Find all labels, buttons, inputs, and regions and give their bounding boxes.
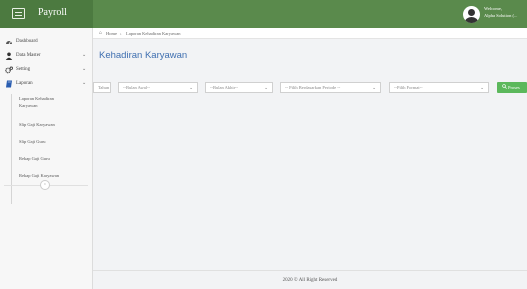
chevron-down-icon: ⌄: [82, 53, 87, 58]
sidebar-item-dashboard[interactable]: Dashboard: [0, 35, 93, 49]
periode-value: -- Pilih Berdasarkan Periode --: [285, 85, 341, 90]
search-icon: [502, 84, 507, 89]
bulan-awal-select[interactable]: --Bulan Awal-- ⌄: [118, 82, 198, 93]
sidebar-subitem-laporan-kehadiran-cont[interactable]: Karyawan: [0, 103, 93, 110]
sidebar-subitem-slip-gaji-guru[interactable]: Slip Gaji Guru: [0, 139, 93, 146]
chevron-down-icon: ⌄: [480, 85, 484, 90]
chevron-down-icon: ⌄: [82, 81, 87, 86]
sidebar-subitem-label: Laporan Kehadiran: [19, 96, 54, 101]
bulan-akhir-value: --Bulan Akhir--: [210, 85, 239, 90]
sidebar-item-label: Data Master: [16, 53, 41, 58]
sidebar-item-setting[interactable]: Setting ⌄: [0, 63, 93, 77]
welcome-text: Welcome,: [484, 6, 503, 11]
periode-select[interactable]: -- Pilih Berdasarkan Periode -- ⌄: [280, 82, 381, 93]
sidebar-subitem-label: Karyawan: [19, 103, 38, 108]
brand-name: Payroll: [38, 7, 67, 18]
chevron-down-icon: ⌄: [82, 67, 87, 72]
sidebar-subitem-rekap-gaji-guru[interactable]: Rekap Gaji Guru: [0, 156, 93, 163]
format-value: --Pilih Format--: [394, 85, 423, 90]
proses-button[interactable]: Proses: [497, 82, 527, 93]
home-icon[interactable]: ⌂: [99, 31, 102, 36]
chevron-down-icon: ⌄: [264, 85, 268, 90]
sidebar-subitem-slip-gaji-karyawan[interactable]: Slip Gaji Karyawan: [0, 122, 93, 129]
page-title: Kehadiran Karyawan: [99, 50, 188, 61]
breadcrumb-current: Laporan Kehadiran Karyawan: [126, 31, 181, 36]
chevron-down-icon: ⌄: [189, 85, 193, 90]
sidebar-subitem-label: Rekap Gaji Guru: [19, 156, 50, 161]
submenu-guide-line: [11, 94, 12, 204]
tahun-input[interactable]: Tahun: [93, 82, 111, 93]
book-icon: [6, 80, 12, 88]
sidebar-collapse-icon[interactable]: ‹: [40, 180, 50, 190]
sidebar-item-laporan[interactable]: Laporan ⌄: [0, 77, 93, 91]
sidebar-subitem-label: Slip Gaji Karyawan: [19, 122, 55, 127]
breadcrumb-separator: ›: [120, 31, 122, 36]
sidebar-item-label: Laporan: [16, 81, 33, 86]
top-navbar: Payroll Welcome, Alpha Solution (...: [0, 0, 527, 28]
sidebar-item-data-master[interactable]: Data Master ⌄: [0, 49, 93, 63]
sidebar-subitem-label: Rekap Gaji Karyawan: [19, 173, 59, 178]
chevron-down-icon: ⌄: [372, 85, 376, 90]
footer: 2020 © All Right Reserved: [93, 270, 527, 289]
brand[interactable]: Payroll: [0, 0, 93, 28]
user-avatar[interactable]: [463, 6, 480, 23]
breadcrumb: ⌂ Home › Laporan Kehadiran Karyawan: [93, 28, 527, 39]
sidebar-item-label: Dashboard: [16, 39, 38, 44]
breadcrumb-home[interactable]: Home: [106, 31, 117, 36]
payroll-logo-icon: [12, 8, 25, 19]
user-icon: [5, 52, 13, 60]
gear-icon: [5, 66, 13, 74]
format-select[interactable]: --Pilih Format-- ⌄: [389, 82, 489, 93]
sidebar: Dashboard Data Master ⌄ Setting ⌄ Lapora…: [0, 28, 93, 289]
sidebar-subitem-laporan-kehadiran[interactable]: Laporan Kehadiran: [0, 96, 93, 103]
proses-label: Proses: [508, 85, 520, 90]
bulan-akhir-select[interactable]: --Bulan Akhir-- ⌄: [205, 82, 273, 93]
bulan-awal-value: --Bulan Awal--: [123, 85, 150, 90]
sidebar-subitem-rekap-gaji-karyawan[interactable]: Rekap Gaji Karyawan: [0, 173, 93, 180]
user-name[interactable]: Alpha Solution (...: [484, 13, 517, 19]
sidebar-subitem-label: Slip Gaji Guru: [19, 139, 46, 144]
sidebar-item-label: Setting: [16, 67, 31, 72]
tahun-placeholder: Tahun: [98, 85, 110, 90]
dashboard-icon: [6, 41, 12, 45]
